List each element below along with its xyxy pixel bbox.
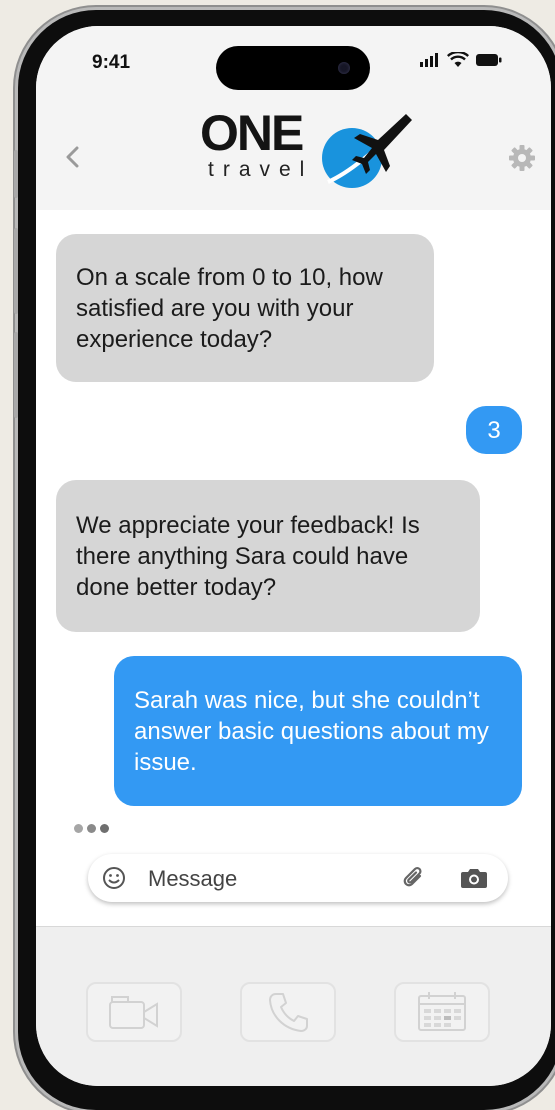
- phone-side-button: [14, 332, 18, 418]
- status-icons: [420, 52, 502, 68]
- paperclip-icon[interactable]: [400, 864, 428, 892]
- message-input[interactable]: [146, 862, 380, 896]
- dynamic-island: [216, 46, 370, 90]
- schedule-button[interactable]: [394, 982, 490, 1042]
- message-bubble-user: Sarah was nice, but she couldn’t answer …: [114, 656, 522, 806]
- phone-call-button[interactable]: [240, 982, 336, 1042]
- one-travel-logo: ONE travel: [200, 104, 420, 204]
- message-composer: [88, 854, 508, 902]
- calendar-icon: [418, 992, 466, 1031]
- status-time: 9:41: [92, 52, 131, 73]
- signal-icon: [420, 53, 438, 67]
- wifi-icon: [447, 52, 469, 67]
- message-bubble-user: 3: [466, 406, 522, 454]
- battery-icon: [476, 54, 502, 66]
- gear-icon[interactable]: [508, 144, 536, 172]
- back-chevron-icon[interactable]: [62, 146, 84, 168]
- phone-side-button: [14, 228, 18, 314]
- logo-wordmark-one: ONE: [200, 105, 304, 161]
- airplane-icon: [327, 114, 412, 184]
- video-call-icon: [109, 996, 158, 1029]
- phone-icon: [269, 993, 308, 1032]
- camera-icon[interactable]: [460, 866, 488, 890]
- message-bubble-agent: On a scale from 0 to 10, how satisfied a…: [56, 234, 434, 382]
- front-camera: [338, 62, 350, 74]
- phone-screen: 9:41 ONE travel On a scale from 0 to 10,…: [36, 26, 551, 1086]
- logo-wordmark-travel: travel: [208, 158, 314, 181]
- chat-thread: On a scale from 0 to 10, how satisfied a…: [36, 210, 551, 930]
- video-call-button[interactable]: [86, 982, 182, 1042]
- message-bubble-agent: We appreciate your feedback! Is there an…: [56, 480, 480, 632]
- typing-indicator: [74, 824, 109, 833]
- smiley-icon[interactable]: [102, 866, 126, 890]
- app-header: 9:41 ONE travel: [36, 26, 551, 210]
- phone-side-button: [14, 150, 18, 198]
